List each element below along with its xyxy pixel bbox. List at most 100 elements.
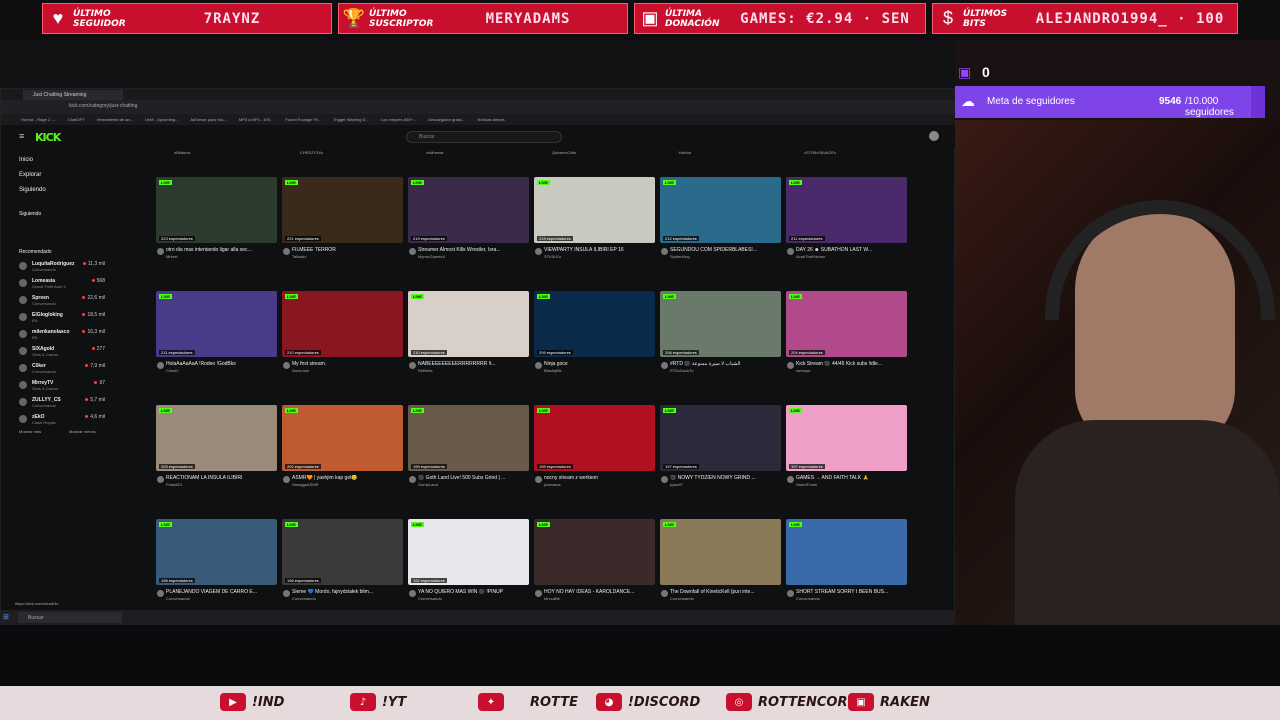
bookmark-item[interactable]: ChatGPT bbox=[68, 117, 85, 125]
stream-thumbnail[interactable]: LIVE bbox=[660, 519, 781, 585]
bookmark-item[interactable]: Trigger Warning D... bbox=[333, 117, 369, 125]
channel-name[interactable]: RTDxDuckTo bbox=[670, 368, 694, 373]
avatar[interactable] bbox=[283, 248, 290, 255]
avatar[interactable] bbox=[661, 476, 668, 483]
stream-title[interactable]: GAMES → AND FAITH TALK 🙏 bbox=[796, 475, 906, 481]
avatar[interactable] bbox=[535, 362, 542, 369]
stream-thumbnail[interactable]: LIVE 204 espectadores bbox=[786, 291, 907, 357]
bookmark-item[interactable]: AdSense para You... bbox=[190, 117, 226, 125]
stream-title[interactable]: PLANEJANDO VIAGEM DE CARRO E... bbox=[166, 589, 276, 595]
channel-name[interactable]: Talkasiz bbox=[292, 254, 306, 259]
channel-name[interactable]: pyka97 bbox=[670, 482, 683, 487]
channel-name[interactable]: CrissiV bbox=[166, 368, 179, 373]
stream-thumbnail[interactable]: LIVE 215 espectadores bbox=[534, 177, 655, 243]
stream-thumbnail[interactable]: LIVE 221 espectadores bbox=[282, 177, 403, 243]
bookmark-item[interactable]: Noticias directs bbox=[477, 117, 504, 125]
stream-title[interactable]: Kick Stream ⚫ 44/45 Kick subs !idle... bbox=[796, 361, 906, 367]
stream-thumbnail[interactable]: LIVE bbox=[786, 519, 907, 585]
stream-title[interactable]: REACTIONAM LA INSULA ILIBIRI bbox=[166, 475, 276, 481]
top-channel-name[interactable]: xSTR8xSAVAGEx bbox=[804, 150, 924, 155]
taskbar-search[interactable]: Buscar bbox=[18, 612, 122, 623]
avatar[interactable] bbox=[409, 362, 416, 369]
recommended-item[interactable]: Spreen Conversando 22,6 mil bbox=[19, 295, 105, 309]
avatar[interactable] bbox=[157, 590, 164, 597]
stream-thumbnail[interactable]: LIVE 210 espectadores bbox=[408, 291, 529, 357]
recommended-item[interactable]: MirreyTV Slots & Casino 97 bbox=[19, 380, 105, 394]
nav-siguiendo[interactable]: Siguiendo bbox=[19, 187, 46, 193]
stream-title[interactable]: ASMR🧡 | yashjim kap gel😊 bbox=[292, 475, 402, 481]
browser-tab[interactable]: Just Chatting Streaming bbox=[23, 90, 123, 100]
stream-thumbnail[interactable]: LIVE 196 espectadores bbox=[156, 519, 277, 585]
stream-title[interactable]: Sleme 💙 Mordo, fajnydziałek blim... bbox=[292, 589, 402, 595]
stream-title[interactable]: nocny stream z werkiem bbox=[544, 475, 654, 481]
stream-thumbnail[interactable]: LIVE 197 espectadores bbox=[660, 405, 781, 471]
show-more-button[interactable]: Mostrar más bbox=[19, 429, 41, 434]
stream-thumbnail[interactable]: LIVE 199 espectadores bbox=[534, 405, 655, 471]
stream-title[interactable]: ⚫ NOWY TYDZIEŃ NOWY GRIND ... bbox=[670, 475, 780, 481]
stream-thumbnail[interactable]: LIVE 206 espectadores bbox=[660, 291, 781, 357]
bookmark-item[interactable]: Herramienta de an... bbox=[97, 117, 133, 125]
channel-name[interactable]: SamXFrank bbox=[796, 482, 817, 487]
menu-icon[interactable]: ≡ bbox=[19, 131, 24, 141]
channel-name[interactable]: SaraggsASMR bbox=[292, 482, 318, 487]
stream-thumbnail[interactable]: LIVE 211 espectadores bbox=[786, 177, 907, 243]
avatar[interactable] bbox=[787, 476, 794, 483]
stream-title[interactable]: The Downfall of KineticKell (pun inte... bbox=[670, 589, 780, 595]
show-less-button[interactable]: Mostrar menos bbox=[69, 429, 96, 434]
avatar[interactable] bbox=[787, 248, 794, 255]
recommended-item[interactable]: Lomeasia Grand Theft Auto V 568 bbox=[19, 278, 105, 292]
bookmark-item[interactable]: Hormiz - Rage 2 -... bbox=[21, 117, 56, 125]
stream-title[interactable]: SEGUNDOU COM SPIDERBLABES!... bbox=[670, 247, 780, 253]
avatar[interactable] bbox=[283, 362, 290, 369]
channel-name[interactable]: SpiderKing bbox=[670, 254, 690, 259]
bookmark-item[interactable]: Found Footage Fil... bbox=[285, 117, 321, 125]
recommended-item[interactable]: SIXAgold Slots & Casino 277 bbox=[19, 346, 105, 360]
avatar[interactable] bbox=[929, 131, 939, 141]
nav-inicio[interactable]: Inicio bbox=[19, 157, 33, 163]
channel-name[interactable]: GumpLand bbox=[418, 482, 438, 487]
stream-thumbnail[interactable]: LIVE 209 espectadores bbox=[534, 291, 655, 357]
stream-title[interactable]: My first stream. bbox=[292, 361, 402, 367]
stream-title[interactable]: ⚫ Goth Land Live! 500 Subs Grind | ... bbox=[418, 475, 528, 481]
channel-name[interactable]: ReBeria bbox=[418, 368, 432, 373]
channel-name[interactable]: BlashqtBL bbox=[544, 368, 562, 373]
top-channel-name[interactable]: nBkibuds bbox=[174, 150, 294, 155]
avatar[interactable] bbox=[409, 476, 416, 483]
search-input[interactable]: Buscar bbox=[406, 131, 562, 143]
windows-start-icon[interactable]: ⊞ bbox=[3, 613, 9, 621]
stream-thumbnail[interactable]: LIVE 212 espectadores bbox=[660, 177, 781, 243]
stream-title[interactable]: NABEEEEEEEEERRRRRRRR !t... bbox=[418, 361, 528, 367]
stream-thumbnail[interactable]: LIVE 203 espectadores bbox=[156, 405, 277, 471]
stream-thumbnail[interactable]: LIVE 219 espectadores bbox=[408, 177, 529, 243]
channel-name[interactable]: Mhisei bbox=[166, 254, 178, 259]
channel-name[interactable]: Conversando bbox=[166, 596, 190, 601]
recommended-item[interactable]: milenkanolasco IRL 16,3 mil bbox=[19, 329, 105, 343]
avatar[interactable] bbox=[409, 590, 416, 597]
channel-name[interactable]: MrecaBe bbox=[544, 596, 560, 601]
bookmark-item[interactable]: Los mejores 600+... bbox=[381, 117, 416, 125]
avatar[interactable] bbox=[535, 248, 542, 255]
stream-title[interactable]: FILMEEE TERROR bbox=[292, 247, 402, 253]
recommended-item[interactable]: ElGlogloking IRL 18,5 mil bbox=[19, 312, 105, 326]
stream-thumbnail[interactable]: LIVE 211 espectadores bbox=[156, 291, 277, 357]
channel-name[interactable]: Pulsell21 bbox=[166, 482, 182, 487]
bookmark-item[interactable]: MP3 a MP4 - 100... bbox=[239, 117, 273, 125]
top-channel-name[interactable]: CHEEZY3Xx bbox=[300, 150, 420, 155]
recommended-item[interactable]: C0ker Conversando 7,9 mil bbox=[19, 363, 105, 377]
channel-name[interactable]: joshwans bbox=[544, 482, 561, 487]
avatar[interactable] bbox=[661, 590, 668, 597]
channel-name[interactable]: Conversando bbox=[418, 596, 442, 601]
bookmark-item[interactable]: UnM - Upcoming... bbox=[145, 117, 178, 125]
avatar[interactable] bbox=[283, 476, 290, 483]
avatar[interactable] bbox=[157, 476, 164, 483]
top-channel-name[interactable]: Yolebot bbox=[678, 150, 798, 155]
avatar[interactable] bbox=[535, 590, 542, 597]
channel-name[interactable]: Conversando bbox=[796, 596, 820, 601]
avatar[interactable] bbox=[661, 248, 668, 255]
stream-thumbnail[interactable]: LIVE 196 espectadores bbox=[282, 519, 403, 585]
stream-title[interactable]: Streamer Almost Kills Wrestler, Isra... bbox=[418, 247, 528, 253]
stream-thumbnail[interactable]: LIVE 197 espectadores bbox=[786, 405, 907, 471]
stream-title[interactable]: SHORT STREAM SORRY I BEEN BUS... bbox=[796, 589, 906, 595]
stream-title[interactable]: HOY NO HAY IDEAS - KAROLDANCE... bbox=[544, 589, 654, 595]
channel-name[interactable]: STK0LEo bbox=[544, 254, 561, 259]
